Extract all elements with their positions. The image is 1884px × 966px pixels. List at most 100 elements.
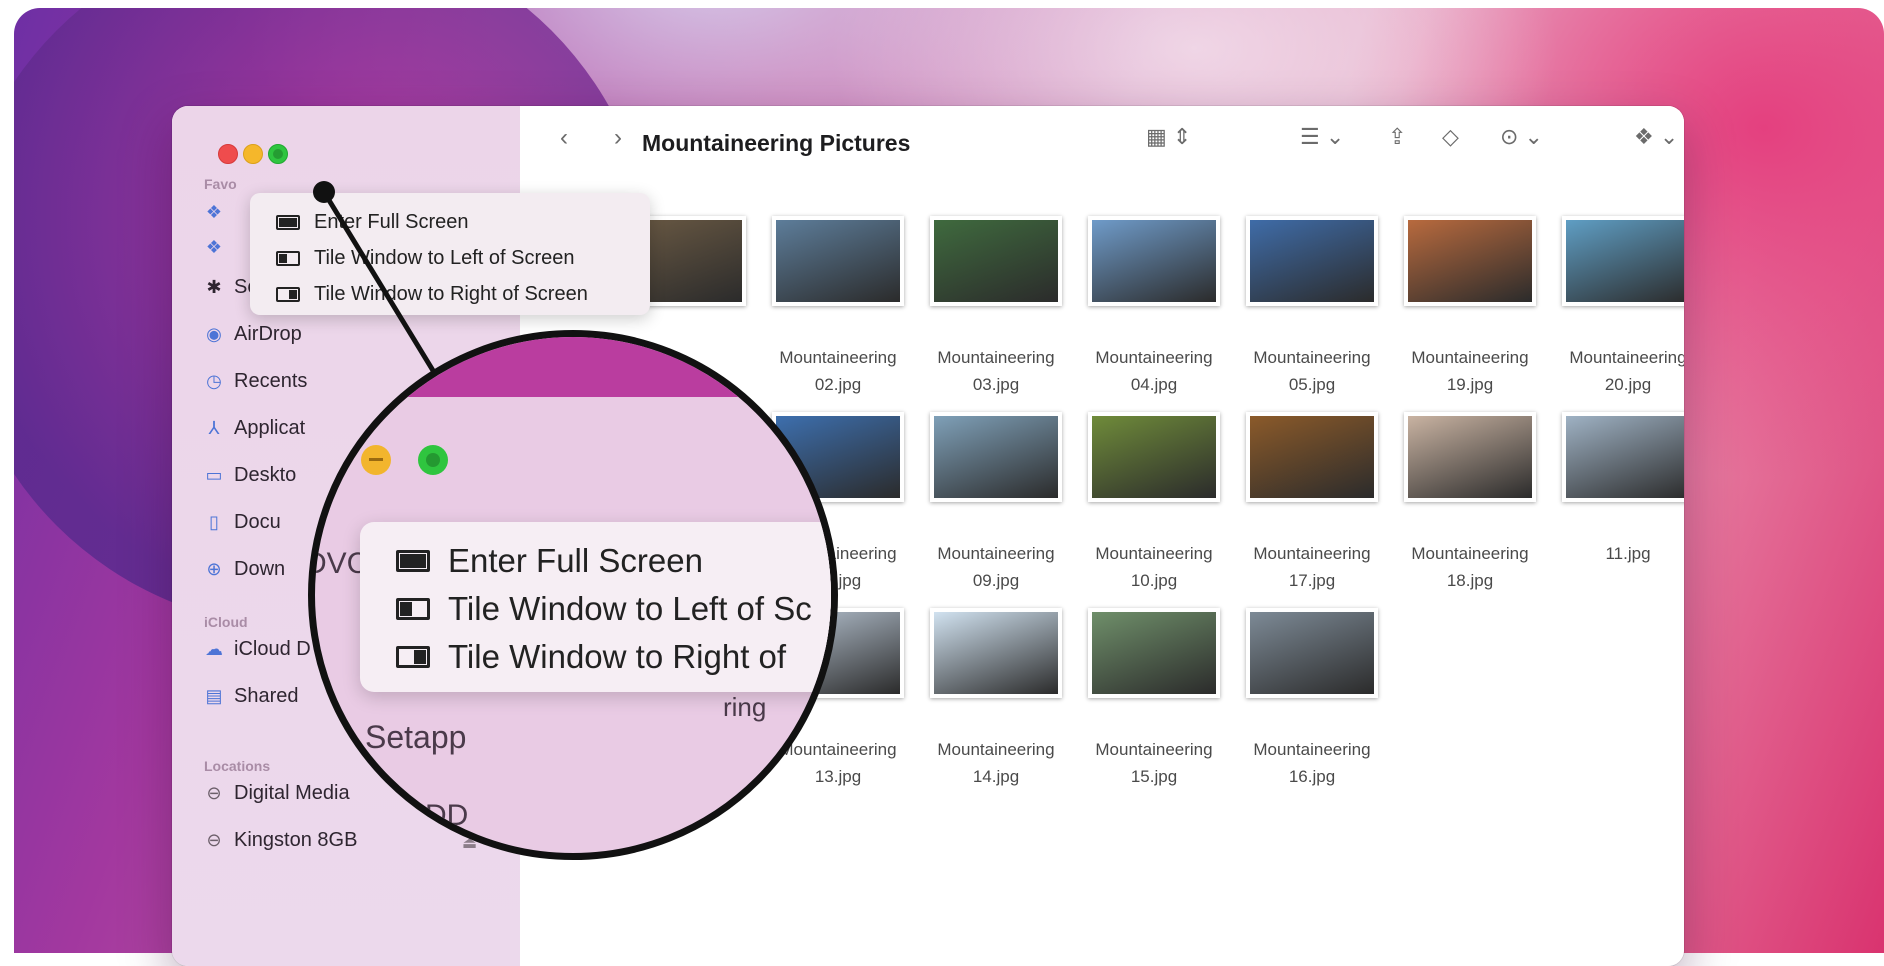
file-tile[interactable]: Mountaineering 15.jpg <box>1074 608 1234 790</box>
file-tile[interactable]: Mountaineering 05.jpg <box>1232 216 1392 398</box>
sidebar-item-airdrop[interactable]: ◉ AirDrop <box>204 323 302 346</box>
file-thumbnail <box>1088 216 1220 306</box>
close-button[interactable] <box>218 144 238 164</box>
file-name: Mountaineering 04.jpg <box>1095 348 1213 394</box>
zoom-icon <box>418 445 448 475</box>
sidebar-item-digital-media[interactable]: ⊖ Digital Media <box>204 782 349 805</box>
tile-left-icon <box>276 251 300 266</box>
magnified-fragment: DD <box>425 799 469 832</box>
file-thumbnail <box>930 608 1062 698</box>
share-icon[interactable]: ⇪ <box>1388 124 1406 150</box>
file-tile[interactable]: 11.jpg <box>1548 412 1684 567</box>
magnified-fragment: ring <box>723 692 767 722</box>
file-thumbnail <box>1246 608 1378 698</box>
magnifier-callout: DVC ring DD Enter Full Screen Tile Windo… <box>308 330 838 860</box>
sidebar-item-dropbox[interactable]: ❖ <box>204 202 224 223</box>
tag-icon[interactable]: ◇ <box>1442 124 1459 150</box>
file-thumbnail <box>1404 216 1536 306</box>
clock-icon: ◷ <box>206 371 222 391</box>
download-icon: ⊕ <box>206 559 222 579</box>
file-tile[interactable]: Mountaineering 16.jpg <box>1232 608 1392 790</box>
sidebar-item-shared[interactable]: ▤ Shared <box>204 685 299 708</box>
drive-icon: ⊖ <box>206 783 222 803</box>
sidebar-item-recents[interactable]: ◷ Recents <box>204 370 307 393</box>
sidebar-item-dropbox-2[interactable]: ❖ <box>204 237 224 258</box>
sidebar-section-icloud: iCloud <box>204 614 248 630</box>
magnified-tile-left: Tile Window to Left of Sc <box>396 590 812 628</box>
dropbox-icon: ❖ <box>205 202 223 222</box>
path-bar <box>542 944 1674 966</box>
menu-item-label: Enter Full Screen <box>314 211 469 233</box>
file-thumbnail <box>1404 412 1536 502</box>
sidebar-item-label: Deskto <box>234 464 297 486</box>
sidebar-item-kingston[interactable]: ⊖ Kingston 8GB <box>204 829 357 852</box>
tile-right-icon <box>276 287 300 302</box>
file-name: Mountaineering 17.jpg <box>1253 544 1371 590</box>
document-icon: ▯ <box>209 512 219 532</box>
file-name: Mountaineering 10.jpg <box>1095 544 1213 590</box>
toolbar: ‹ › Mountaineering Pictures ▦ ⇕ ☰ ⌄ ⇪ ◇ … <box>520 106 1684 183</box>
file-name: Mountaineering 03.jpg <box>937 348 1055 394</box>
file-tile[interactable]: Mountaineering 17.jpg <box>1232 412 1392 594</box>
airdrop-icon: ◉ <box>206 324 222 344</box>
sidebar-item-downloads[interactable]: ⊕ Down <box>204 558 285 581</box>
file-tile[interactable]: Mountaineering 10.jpg <box>1074 412 1234 594</box>
file-thumbnail <box>1088 412 1220 502</box>
menu-item-label: Tile Window to Left of Screen <box>314 247 575 269</box>
sidebar-item-label: Recents <box>234 370 308 392</box>
dropbox-icon: ❖ <box>205 237 223 257</box>
file-tile[interactable]: Mountaineering 09.jpg <box>916 412 1076 594</box>
minimize-button[interactable] <box>243 144 263 164</box>
view-grid-icon[interactable]: ▦ ⇕ <box>1146 124 1191 150</box>
menu-item-tile-right[interactable]: Tile Window to Right of Screen <box>276 283 588 306</box>
file-thumbnail <box>772 216 904 306</box>
file-thumbnail <box>930 216 1062 306</box>
file-name: Mountaineering 19.jpg <box>1411 348 1529 394</box>
file-thumbnail <box>1562 412 1684 502</box>
full-screen-icon <box>276 215 300 230</box>
dropbox-icon[interactable]: ❖ ⌄ <box>1634 124 1678 150</box>
file-tile[interactable]: Mountaineering 20.jpg <box>1548 216 1684 398</box>
zoom-button[interactable] <box>268 144 288 164</box>
file-thumbnail <box>930 412 1062 502</box>
sidebar-item-label: AirDrop <box>234 323 302 345</box>
file-tile[interactable]: Mountaineering 14.jpg <box>916 608 1076 790</box>
file-name: Mountaineering 15.jpg <box>1095 740 1213 786</box>
tile-right-icon <box>396 646 430 668</box>
sidebar-item-label: Docu <box>234 511 281 533</box>
sidebar-item-applications[interactable]: ⅄ Applicat <box>204 417 306 440</box>
forward-icon[interactable]: › <box>614 124 622 152</box>
full-screen-icon <box>396 550 430 572</box>
back-icon[interactable]: ‹ <box>560 124 568 152</box>
magnified-tile-right: Tile Window to Right of <box>396 638 786 676</box>
file-tile[interactable]: Mountaineering 19.jpg <box>1390 216 1550 398</box>
menu-item-label: Tile Window to Left of Sc <box>448 590 812 627</box>
sidebar-item-documents[interactable]: ▯ Docu <box>204 511 281 534</box>
group-icon[interactable]: ☰ ⌄ <box>1300 124 1344 150</box>
magnified-setapp: Setapp <box>365 719 467 755</box>
desktop-icon: ▭ <box>205 465 223 485</box>
magnified-wallpaper <box>315 337 831 397</box>
magnified-enter-full-screen: Enter Full Screen <box>396 542 703 580</box>
menu-item-enter-full-screen[interactable]: Enter Full Screen <box>276 211 469 234</box>
file-tile[interactable]: Mountaineering 04.jpg <box>1074 216 1234 398</box>
file-name: Mountaineering 16.jpg <box>1253 740 1371 786</box>
file-thumbnail <box>1246 412 1378 502</box>
menu-item-tile-left[interactable]: Tile Window to Left of Screen <box>276 247 575 270</box>
more-actions-icon[interactable]: ⊙ ⌄ <box>1500 124 1543 150</box>
sidebar-item-icloud-drive[interactable]: ☁ iCloud D <box>204 638 311 661</box>
file-tile[interactable]: Mountaineering 03.jpg <box>916 216 1076 398</box>
sidebar-item-label: Shared <box>234 685 299 707</box>
menu-item-label: Tile Window to Right of Screen <box>314 283 588 305</box>
sidebar-section-favorites: Favo <box>204 176 237 192</box>
file-thumbnail <box>1088 608 1220 698</box>
tile-left-icon <box>396 598 430 620</box>
file-thumbnail <box>1246 216 1378 306</box>
file-name: Mountaineering 18.jpg <box>1411 544 1529 590</box>
sidebar-item-label: Down <box>234 558 286 580</box>
menu-item-label: Tile Window to Right of <box>448 638 787 675</box>
file-tile[interactable]: Mountaineering 18.jpg <box>1390 412 1550 594</box>
sidebar-item-desktop[interactable]: ▭ Deskto <box>204 464 296 487</box>
sidebar-item-label: Kingston 8GB <box>234 829 358 851</box>
applications-icon: ⅄ <box>208 418 220 438</box>
